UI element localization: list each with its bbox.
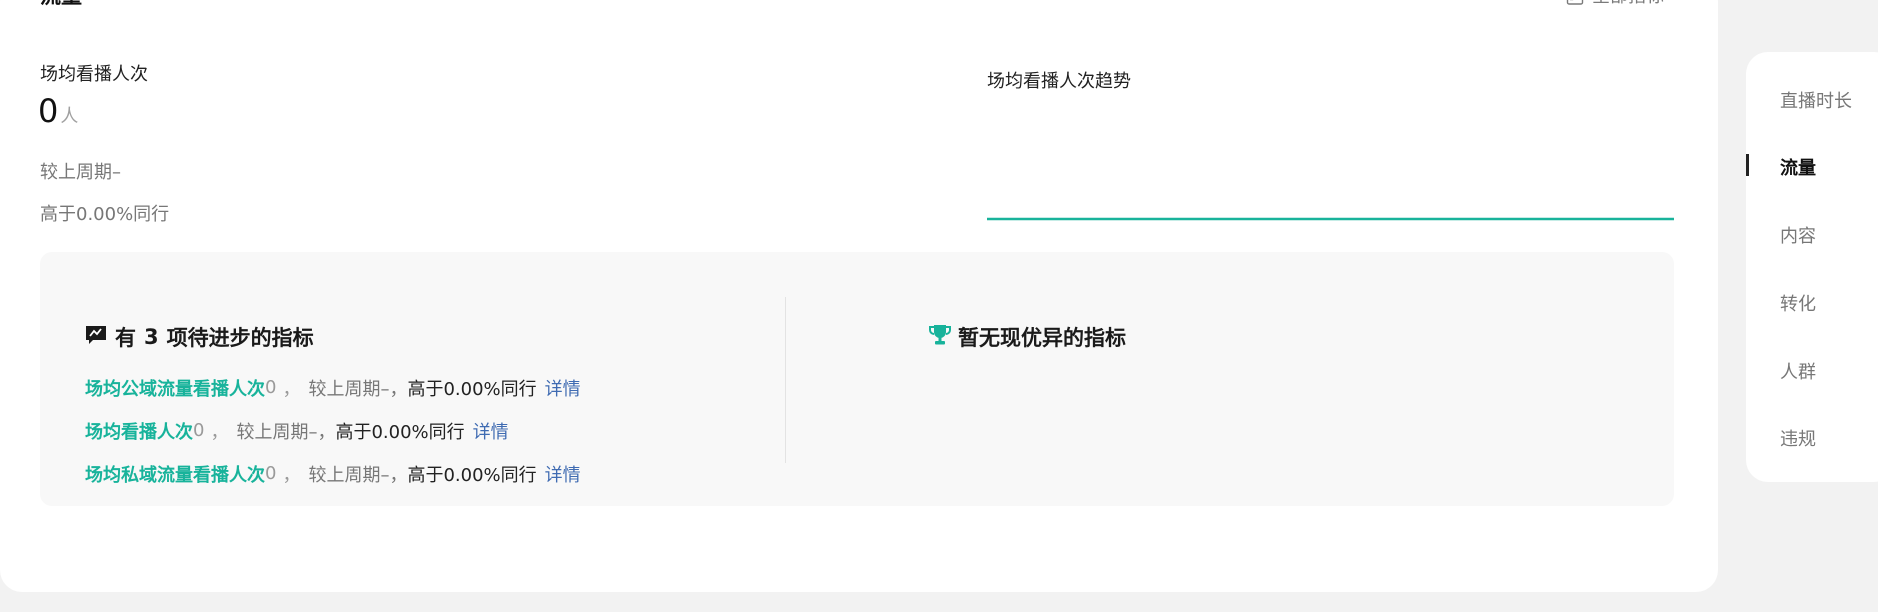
section-title: 流量: [40, 0, 82, 10]
improve-item-separator: ，: [282, 378, 301, 400]
improve-item-peer: 高于0.00%同行: [407, 378, 537, 400]
excellent-heading-text: 暂无现优异的指标: [958, 326, 1126, 350]
clipboard-list-icon: [1566, 0, 1584, 5]
improve-item-compare: 较上周期–，: [308, 378, 408, 400]
improve-item-detail-link[interactable]: 详情: [545, 375, 581, 401]
page: 流量 全部指标 场均看播人次 0 人 较上周期– 高于0.00%同行 场均看播人…: [0, 0, 1878, 612]
metric-number: 0: [38, 92, 59, 130]
improve-heading-prefix: 有: [115, 326, 136, 350]
excellent-heading: 暂无现优异的指标: [928, 322, 1126, 352]
nav-item-content[interactable]: 内容: [1780, 222, 1816, 248]
insight-panel: 有 3 项待进步的指标 场均公域流量看播人次 0 ， 较上周期–， 高于0.00…: [40, 252, 1674, 506]
nav-item-audience[interactable]: 人群: [1780, 358, 1816, 384]
trophy-icon: [928, 324, 952, 351]
metric-unit: 人: [60, 106, 79, 127]
improve-item-value: 0: [193, 420, 205, 441]
improve-item-compare: 较上周期–，: [236, 421, 336, 443]
nav-item-live-duration[interactable]: 直播时长: [1780, 87, 1852, 113]
improve-item-name[interactable]: 场均私域流量看播人次: [85, 461, 265, 487]
improve-heading: 有 3 项待进步的指标: [85, 322, 314, 352]
improve-item-peer: 高于0.00%同行: [335, 421, 465, 443]
improve-item-name[interactable]: 场均看播人次: [85, 418, 193, 444]
improve-item-detail-link[interactable]: 详情: [473, 418, 509, 444]
panel-divider: [785, 297, 786, 463]
all-metrics-label: 全部指标: [1592, 0, 1664, 8]
metric-value: 0 人: [38, 92, 78, 130]
improve-item-value: 0: [265, 377, 277, 398]
nav-item-violation[interactable]: 违规: [1780, 425, 1816, 451]
improve-item: 场均看播人次 0 ， 较上周期–， 高于0.00%同行 详情: [85, 409, 581, 452]
metric-peer: 高于0.00%同行: [40, 204, 170, 225]
improve-list: 场均公域流量看播人次 0 ， 较上周期–， 高于0.00%同行 详情 场均看播人…: [85, 366, 581, 495]
nav-item-conversion[interactable]: 转化: [1780, 290, 1816, 316]
flag-icon: [85, 325, 107, 350]
improve-item-peer: 高于0.00%同行: [407, 464, 537, 486]
section-nav: 直播时长 流量 内容 转化 人群 违规: [1746, 52, 1878, 482]
traffic-card: 流量 全部指标 场均看播人次 0 人 较上周期– 高于0.00%同行 场均看播人…: [0, 0, 1718, 592]
metric-compare: 较上周期–: [40, 162, 121, 183]
trend-chart[interactable]: [987, 110, 1674, 225]
improve-count: 3: [144, 325, 159, 349]
improve-item-separator: ，: [210, 421, 229, 443]
improve-item-compare: 较上周期–，: [308, 464, 408, 486]
improve-item: 场均公域流量看播人次 0 ， 较上周期–， 高于0.00%同行 详情: [85, 366, 581, 409]
nav-item-traffic[interactable]: 流量: [1780, 154, 1816, 180]
trend-title: 场均看播人次趋势: [987, 71, 1131, 92]
nav-active-marker: [1746, 154, 1749, 176]
improve-item: 场均私域流量看播人次 0 ， 较上周期–， 高于0.00%同行 详情: [85, 452, 581, 495]
improve-heading-suffix: 项待进步的指标: [166, 326, 314, 350]
improve-item-value: 0: [265, 463, 277, 484]
improve-item-detail-link[interactable]: 详情: [545, 461, 581, 487]
metric-label: 场均看播人次: [40, 64, 148, 85]
all-metrics-link[interactable]: 全部指标: [1566, 0, 1664, 8]
improve-item-name[interactable]: 场均公域流量看播人次: [85, 375, 265, 401]
improve-item-separator: ，: [282, 464, 301, 486]
